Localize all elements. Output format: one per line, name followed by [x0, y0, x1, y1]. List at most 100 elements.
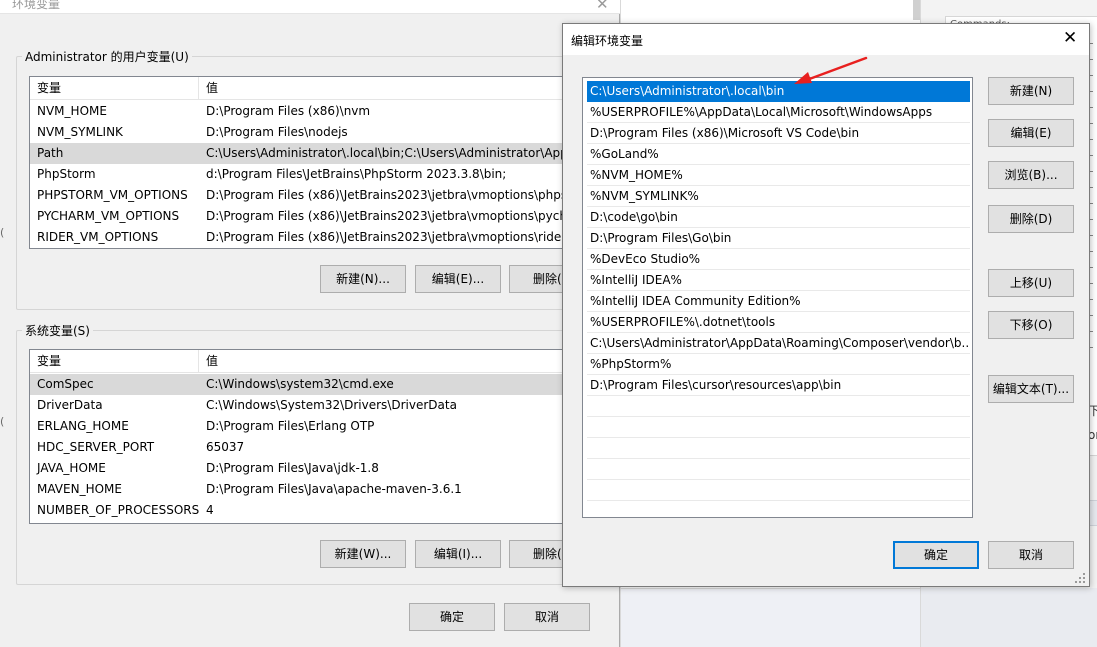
path-entry-row[interactable]: %NVM_HOME%: [587, 165, 970, 186]
empty-list-row[interactable]: [587, 480, 970, 501]
variable-name: NUMBER_OF_PROCESSORS: [37, 503, 199, 517]
variable-name: NVM_SYMLINK: [37, 125, 123, 139]
edit-dialog-title: 编辑环境变量: [571, 34, 644, 48]
path-entry-row[interactable]: D:\code\go\bin: [587, 207, 970, 228]
variable-value: D:\Program Files (x86)\JetBrains2023\jet…: [206, 209, 579, 223]
variable-name: PhpStorm: [37, 167, 96, 181]
variable-name: PHPSTORM_VM_OPTIONS: [37, 188, 188, 202]
user-variables-list[interactable]: 变量 值 NVM_HOME D:\Program Files (x86)\nvm N…: [29, 76, 620, 249]
edit-ok-button[interactable]: 确定: [893, 541, 979, 569]
system-new-button[interactable]: 新建(W)...: [320, 540, 406, 568]
empty-list-row[interactable]: [587, 459, 970, 480]
path-move-up-button[interactable]: 上移(U): [988, 269, 1074, 297]
user-variable-row[interactable]: PYCHARM_VM_OPTIONS D:\Program Files (x86)…: [30, 206, 619, 227]
column-header-value[interactable]: 值: [199, 77, 619, 100]
variable-name: Path: [37, 146, 64, 160]
env-window-close-button[interactable]: ✕: [596, 0, 609, 12]
variable-name: JAVA_HOME: [37, 461, 106, 475]
variable-value: D:\Program Files\Java\jdk-1.8: [206, 461, 379, 475]
user-variable-row[interactable]: PhpStorm d:\Program Files\JetBrains\PhpSt…: [30, 164, 619, 185]
variable-name: ComSpec: [37, 377, 94, 391]
variable-value: 65037: [206, 440, 245, 454]
variable-value: 4: [206, 503, 214, 517]
path-entry-row[interactable]: C:\Users\Administrator\AppData\Roaming\C…: [587, 333, 970, 354]
system-variable-row[interactable]: DriverData C:\Windows\System32\Drivers\Dr…: [30, 395, 619, 416]
user-new-button[interactable]: 新建(N)...: [320, 265, 406, 293]
variable-value: D:\Program Files\Erlang OTP: [206, 419, 375, 433]
column-header-value[interactable]: 值: [199, 350, 619, 373]
path-entry-row[interactable]: %NVM_SYMLINK%: [587, 186, 970, 207]
system-variables-label: 系统变量(S): [22, 322, 93, 339]
variable-value: D:\Program Files (x86)\nvm: [206, 104, 371, 118]
variable-value: D:\Program Files\nodejs: [206, 125, 348, 139]
variable-name: MAVEN_HOME: [37, 482, 122, 496]
env-ok-button[interactable]: 确定: [409, 603, 495, 631]
user-variable-row[interactable]: Path C:\Users\Administrator\.local\bin;C:…: [30, 143, 619, 164]
user-variable-row[interactable]: NVM_SYMLINK D:\Program Files\nodejs: [30, 122, 619, 143]
path-move-down-button[interactable]: 下移(O): [988, 311, 1074, 339]
path-browse-button[interactable]: 浏览(B)...: [988, 161, 1074, 189]
user-edit-button[interactable]: 编辑(E)...: [415, 265, 501, 293]
path-delete-button[interactable]: 删除(D): [988, 205, 1074, 233]
background-footer: [621, 588, 921, 647]
user-variable-row[interactable]: NVM_HOME D:\Program Files (x86)\nvm: [30, 101, 619, 122]
variable-name: NVM_HOME: [37, 104, 107, 118]
system-variables-header: 变量 值: [30, 350, 619, 373]
path-entry-row[interactable]: %IntelliJ IDEA Community Edition%: [587, 291, 970, 312]
system-variable-row[interactable]: ComSpec C:\Windows\system32\cmd.exe: [30, 374, 619, 395]
system-variables-list[interactable]: 变量 值 ComSpec C:\Windows\system32\cmd.exe D…: [29, 349, 620, 524]
path-entry-row[interactable]: %USERPROFILE%\AppData\Local\Microsoft\Wi…: [587, 102, 970, 123]
empty-list-row[interactable]: [587, 417, 970, 438]
variable-value: C:\Users\Administrator\.local\bin;C:\Use…: [206, 146, 580, 160]
system-variable-row[interactable]: ERLANG_HOME D:\Program Files\Erlang OTP: [30, 416, 619, 437]
path-entry-row[interactable]: D:\Program Files\Go\bin: [587, 228, 970, 249]
empty-list-row[interactable]: [587, 396, 970, 417]
environment-variables-window: 环境变量 ✕ Administrator 的用户变量(U) 变量 值 NVM_H…: [0, 0, 620, 647]
variable-name: HDC_SERVER_PORT: [37, 440, 155, 454]
path-entry-row[interactable]: %GoLand%: [587, 144, 970, 165]
system-variable-row[interactable]: HDC_SERVER_PORT 65037: [30, 437, 619, 458]
env-cancel-button[interactable]: 取消: [504, 603, 590, 631]
path-new-button[interactable]: 新建(N): [988, 77, 1074, 105]
background-edge-glyph: (: [0, 415, 5, 428]
background-band: [921, 588, 1097, 647]
variable-value: D:\Program Files (x86)\JetBrains2023\jet…: [206, 230, 577, 244]
system-variable-row[interactable]: MAVEN_HOME D:\Program Files\Java\apache-m…: [30, 479, 619, 500]
resize-grip-icon[interactable]: [1074, 572, 1086, 584]
column-header-name[interactable]: 变量: [30, 77, 199, 100]
path-entry-row[interactable]: %USERPROFILE%\.dotnet\tools: [587, 312, 970, 333]
user-variables-label: Administrator 的用户变量(U): [22, 48, 192, 65]
path-entry-row[interactable]: D:\Program Files (x86)\Microsoft VS Code…: [587, 123, 970, 144]
variable-value: D:\Program Files (x86)\JetBrains2023\jet…: [206, 188, 584, 202]
env-window-titlebar: 环境变量 ✕: [0, 0, 620, 14]
path-entry-row[interactable]: D:\Program Files\cursor\resources\app\bi…: [587, 375, 970, 396]
variable-value: D:\Program Files\Java\apache-maven-3.6.1: [206, 482, 462, 496]
annotation-arrow-icon: [794, 56, 868, 84]
variable-name: RIDER_VM_OPTIONS: [37, 230, 159, 244]
system-variable-row[interactable]: JAVA_HOME D:\Program Files\Java\jdk-1.8: [30, 458, 619, 479]
variable-value: C:\Windows\System32\Drivers\DriverData: [206, 398, 457, 412]
variable-name: ERLANG_HOME: [37, 419, 129, 433]
edit-dialog-close-button[interactable]: ✕: [1063, 29, 1077, 47]
env-window-title: 环境变量: [12, 0, 61, 11]
path-entry-row[interactable]: %DevEco Studio%: [587, 249, 970, 270]
system-edit-button[interactable]: 编辑(I)...: [415, 540, 501, 568]
path-edit-text-button[interactable]: 编辑文本(T)...: [988, 375, 1074, 403]
path-entry-row[interactable]: %PhpStorm%: [587, 354, 970, 375]
variable-name: PYCHARM_VM_OPTIONS: [37, 209, 180, 223]
column-header-name[interactable]: 变量: [30, 350, 199, 373]
edit-cancel-button[interactable]: 取消: [988, 541, 1074, 569]
user-variable-row[interactable]: RIDER_VM_OPTIONS D:\Program Files (x86)\J…: [30, 227, 619, 248]
path-entry-row[interactable]: %IntelliJ IDEA%: [587, 270, 970, 291]
path-entry-row[interactable]: C:\Users\Administrator\.local\bin: [587, 81, 970, 102]
variable-value: C:\Windows\system32\cmd.exe: [206, 377, 394, 391]
variable-name: DriverData: [37, 398, 103, 412]
user-variable-row[interactable]: PHPSTORM_VM_OPTIONS D:\Program Files (x86…: [30, 185, 619, 206]
path-edit-button[interactable]: 编辑(E): [988, 119, 1074, 147]
system-variable-row[interactable]: NUMBER_OF_PROCESSORS 4: [30, 500, 619, 521]
variable-value: d:\Program Files\JetBrains\PhpStorm 2023…: [206, 167, 507, 181]
user-variables-header: 变量 值: [30, 77, 619, 100]
path-entries-list[interactable]: C:\Users\Administrator\.local\bin %USERPR…: [582, 77, 973, 518]
background-edge-glyph: (: [0, 226, 5, 239]
empty-list-row[interactable]: [587, 438, 970, 459]
